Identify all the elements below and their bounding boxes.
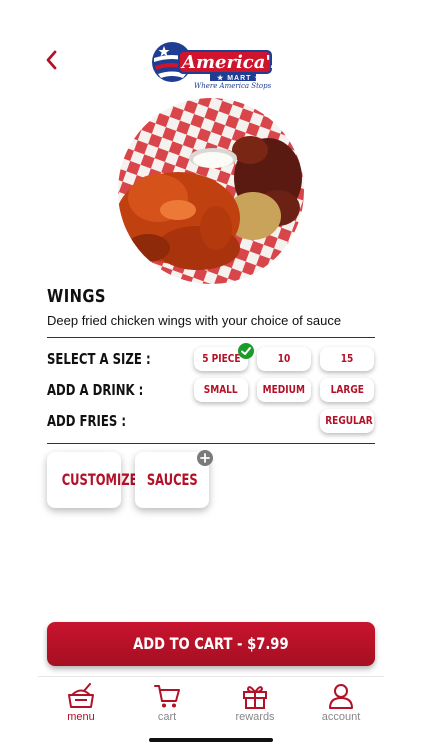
tab-cart[interactable]: cart	[132, 683, 202, 723]
plus-icon[interactable]	[197, 450, 213, 466]
tab-account[interactable]: account	[306, 683, 376, 723]
tab-account-label: account	[321, 711, 361, 723]
product-title: WINGS	[47, 286, 106, 307]
back-button[interactable]	[40, 48, 64, 72]
divider	[47, 337, 375, 338]
size-option-15-piece[interactable]: 15 PIECE	[320, 347, 374, 389]
svg-text:Where America Stops: Where America Stops	[194, 82, 272, 90]
drink-option-large[interactable]: LARGE	[320, 378, 374, 402]
size-option-10-piece[interactable]: 10 PIECE	[257, 347, 311, 389]
drink-option-small[interactable]: SMALL	[194, 378, 248, 402]
drink-label: ADD A DRINK :	[47, 381, 144, 399]
user-icon	[329, 684, 353, 709]
tab-menu-label: menu	[67, 711, 95, 723]
menu-icon	[68, 683, 94, 708]
drink-option-medium[interactable]: MEDIUM	[257, 378, 311, 402]
tab-rewards-label: rewards	[235, 711, 275, 723]
tab-bar: menu cart rewards account	[38, 676, 384, 723]
svg-text:★ MART ★: ★ MART ★	[217, 74, 262, 82]
fries-option-regular[interactable]: REGULAR	[320, 409, 374, 433]
wings-photo	[118, 98, 304, 284]
divider	[47, 443, 375, 444]
home-indicator[interactable]	[149, 738, 273, 742]
product-description: Deep fried chicken wings with your choic…	[47, 313, 342, 328]
customize-button[interactable]: CUSTOMIZE	[47, 452, 137, 508]
selected-check-icon	[238, 343, 254, 359]
svg-text:America's: America's	[180, 52, 274, 73]
add-to-cart-button[interactable]: ADD TO CART - $7.99	[47, 622, 375, 666]
cart-icon	[154, 685, 180, 708]
size-label: SELECT A SIZE :	[47, 350, 151, 368]
gift-icon	[243, 686, 267, 709]
fries-label: ADD FRIES :	[47, 412, 127, 430]
chevron-left-icon	[46, 50, 57, 70]
tab-cart-label: cart	[157, 711, 177, 723]
tab-rewards[interactable]: rewards	[220, 683, 290, 723]
americas-mart-logo: America's ★ MART ★ Where America Stops	[150, 36, 281, 90]
tab-menu[interactable]: menu	[46, 683, 116, 723]
